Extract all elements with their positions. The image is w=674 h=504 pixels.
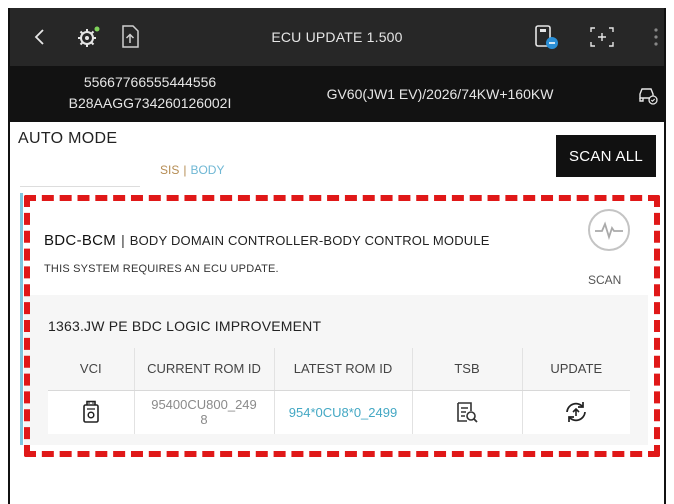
card-accent-bar — [20, 193, 23, 445]
vehicle-info-bar: 55667766555444556 B28AAGG734260126002I G… — [10, 66, 664, 122]
system-code: BDC-BCM — [44, 232, 117, 249]
system-update-message: THIS SYSTEM REQUIRES AN ECU UPDATE. — [44, 263, 279, 275]
table-header-row: VCI CURRENT ROM ID LATEST ROM ID TSB UPD… — [48, 348, 630, 391]
system-description: BODY DOMAIN CONTROLLER-BODY CONTROL MODU… — [129, 233, 490, 248]
top-app-bar: ECU UPDATE 1.500 — [10, 8, 664, 66]
col-current-rom: CURRENT ROM ID — [134, 348, 275, 391]
tab-sis[interactable]: SIS — [160, 163, 179, 177]
scan-all-button[interactable]: SCAN ALL — [556, 135, 656, 177]
col-update: UPDATE — [522, 348, 630, 391]
vehicle-model: GV60(JW1 EV)/2026/74KW+160KW — [326, 86, 554, 102]
more-vertical-icon[interactable] — [642, 23, 670, 51]
tab-separator: | — [183, 163, 187, 177]
car-check-icon[interactable] — [636, 84, 658, 111]
tsb-document-search-icon[interactable] — [455, 402, 479, 423]
system-separator: | — [121, 232, 125, 248]
vci-connection-icon[interactable] — [532, 23, 560, 51]
tsb-cell[interactable] — [412, 390, 523, 434]
system-name: BDC-BCM | BODY DOMAIN CONTROLLER-BODY CONT… — [44, 232, 490, 249]
current-rom-line-2: 8 — [200, 412, 208, 428]
scan-waveform-icon[interactable] — [586, 207, 632, 253]
update-cell[interactable] — [522, 390, 630, 434]
vin-number: 55667766555444556 B28AAGG734260126002I — [50, 72, 250, 114]
current-rom-cell: 95400CU800_249 8 — [134, 390, 275, 434]
rom-table: VCI CURRENT ROM ID LATEST ROM ID TSB UPD… — [48, 348, 630, 434]
vci-cell[interactable] — [48, 390, 135, 434]
auto-mode-label: AUTO MODE — [18, 130, 118, 147]
vin-line-1: 55667766555444556 — [83, 74, 217, 90]
vci-device-icon[interactable] — [82, 400, 100, 424]
page-title: ECU UPDATE 1.500 — [271, 29, 403, 45]
update-title: 1363.JW PE BDC LOGIC IMPROVEMENT — [48, 318, 322, 334]
tab-body[interactable]: BODY — [190, 163, 224, 177]
system-filter-tabs: SIS | BODY — [160, 163, 224, 177]
update-refresh-icon[interactable] — [563, 402, 589, 423]
table-row: 95400CU800_249 8 954*0CU8*0_2499 — [48, 390, 630, 434]
scan-label[interactable]: SCAN — [588, 273, 621, 287]
col-tsb: TSB — [412, 348, 523, 391]
current-rom-line-1: 95400CU800_249 — [151, 397, 257, 413]
col-latest-rom: LATEST ROM ID — [274, 348, 413, 391]
screen-capture-icon[interactable] — [588, 23, 616, 51]
latest-rom-cell[interactable]: 954*0CU8*0_2499 — [274, 390, 413, 434]
col-vci: VCI — [48, 348, 135, 391]
vin-line-2: B28AAGG734260126002I — [68, 95, 232, 111]
mode-underline — [20, 186, 140, 187]
